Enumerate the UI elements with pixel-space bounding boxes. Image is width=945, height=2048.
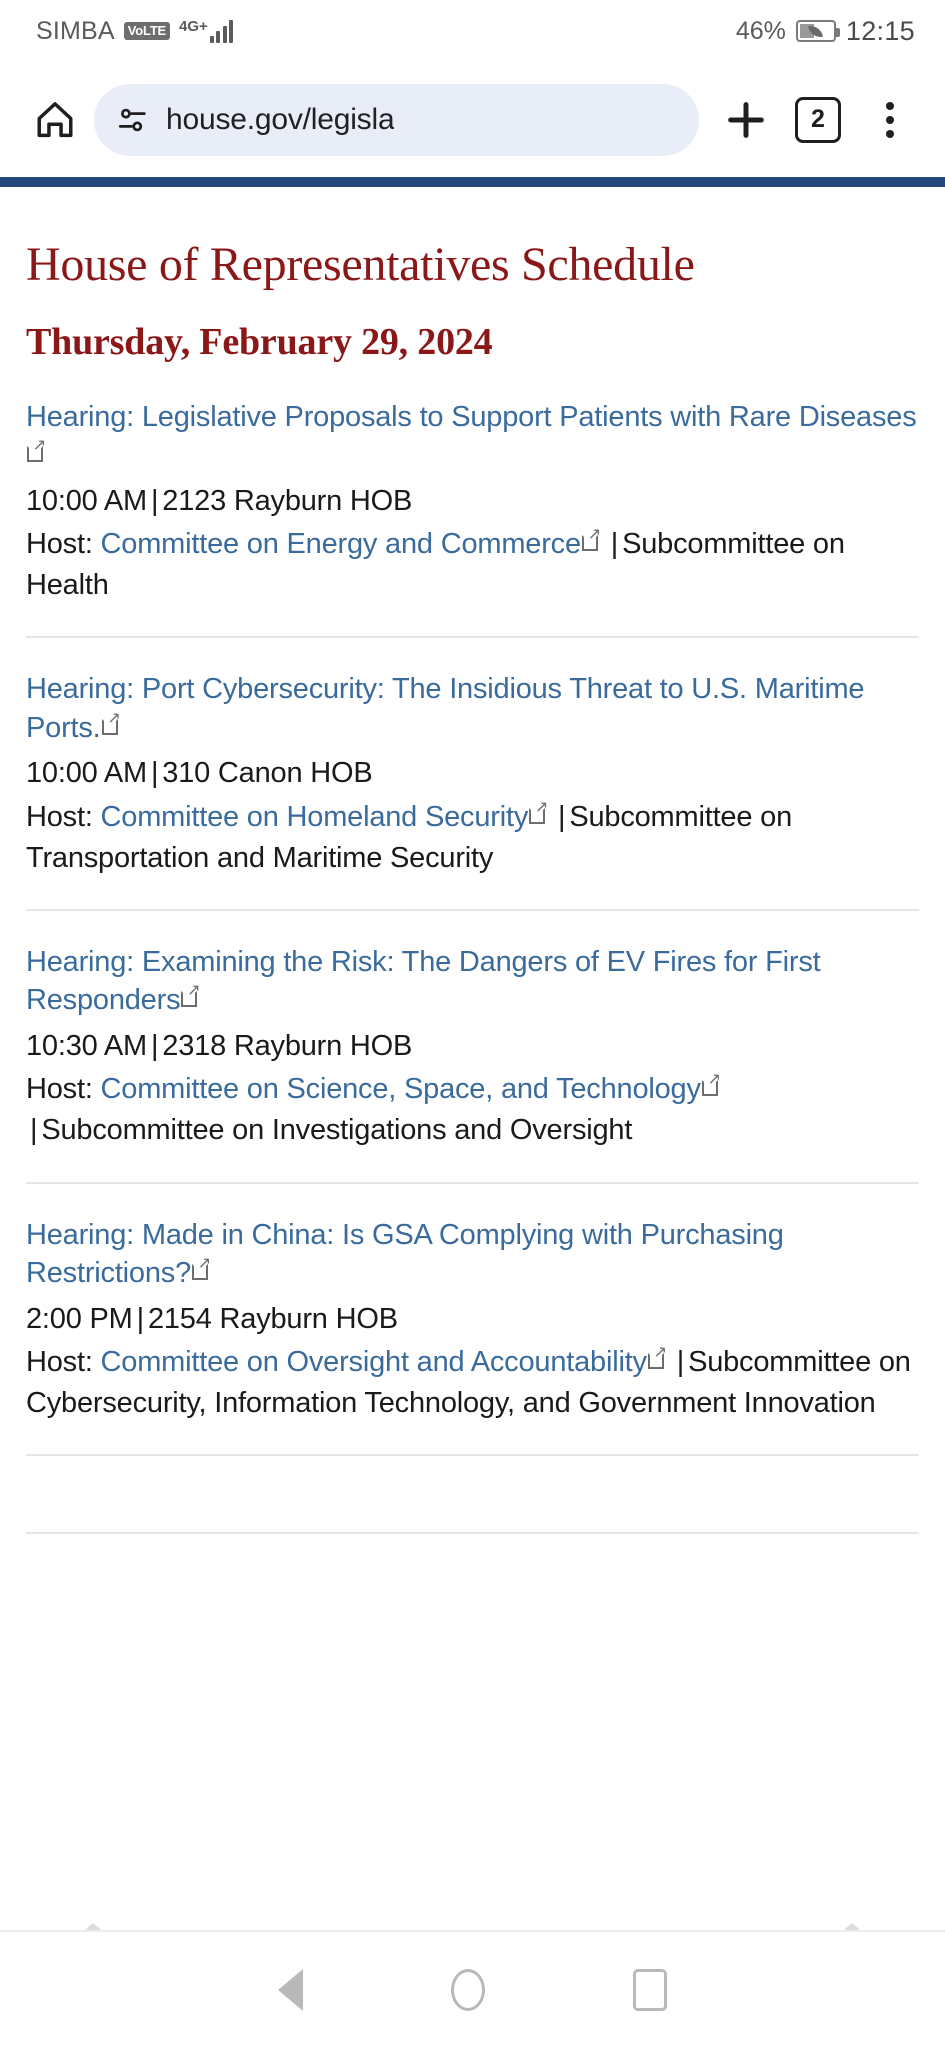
event-location: 2154 Rayburn HOB xyxy=(147,1302,398,1335)
battery-percent-label: 46% xyxy=(735,16,786,45)
event-title-link[interactable]: Hearing: Port Cybersecurity: The Insidio… xyxy=(26,670,919,747)
back-triangle-icon[interactable] xyxy=(278,1969,303,2011)
host-label: Host: xyxy=(26,800,93,833)
committee-name: Committee on Oversight and Accountabilit… xyxy=(100,1345,648,1378)
meta-separator: | xyxy=(150,757,159,790)
committee-name: Committee on Homeland Security xyxy=(100,800,529,833)
tab-count-label: 2 xyxy=(811,105,825,133)
event-host-line: Host: Committee on Homeland Security |Su… xyxy=(26,797,919,879)
external-link-icon xyxy=(181,983,200,1008)
status-bar-right: 46% 12:15 xyxy=(736,16,915,47)
external-link-icon xyxy=(647,1345,667,1369)
page-content: House of Representatives Schedule Thursd… xyxy=(0,187,945,1947)
page-title: House of Representatives Schedule xyxy=(26,238,695,291)
android-navigation-bar xyxy=(0,1930,945,2048)
subcommittee-name: Subcommittee on Investigations and Overs… xyxy=(41,1114,633,1147)
tab-switcher-button[interactable]: 2 xyxy=(785,87,851,153)
browser-toolbar: house.gov/legisla 2 xyxy=(0,62,945,177)
external-link-icon xyxy=(529,800,548,824)
host-separator: | xyxy=(30,1114,38,1147)
kebab-menu-icon xyxy=(886,101,894,138)
network-indicator: 4G+ xyxy=(179,18,234,43)
event-time: 10:30 AM xyxy=(26,1030,147,1063)
event-time: 10:00 AM xyxy=(26,484,147,517)
host-separator: | xyxy=(610,527,619,560)
external-link-icon xyxy=(192,1256,211,1281)
tune-icon[interactable] xyxy=(116,103,150,137)
event-host-line: Host: Committee on Energy and Commerce |… xyxy=(26,524,919,606)
meta-separator: | xyxy=(150,484,159,517)
committee-link[interactable]: Committee on Homeland Security xyxy=(100,800,549,833)
committee-link[interactable]: Committee on Oversight and Accountabilit… xyxy=(100,1345,667,1378)
committee-name: Committee on Science, Space, and Technol… xyxy=(100,1073,701,1106)
schedule-list: Hearing: Legislative Proposals to Suppor… xyxy=(26,398,919,1535)
event-location: 310 Canon HOB xyxy=(162,757,373,790)
event-time-location: 10:30 AM | 2318 Rayburn HOB xyxy=(26,1026,919,1067)
host-separator: | xyxy=(676,1345,685,1378)
signal-strength-icon xyxy=(209,19,234,43)
host-label: Host: xyxy=(26,1073,93,1106)
schedule-item: Hearing: Port Cybersecurity: The Insidio… xyxy=(26,670,919,911)
committee-name: Committee on Energy and Commerce xyxy=(100,527,582,560)
meta-separator: | xyxy=(150,1030,159,1063)
host-label: Host: xyxy=(26,527,93,560)
home-button[interactable] xyxy=(22,87,88,153)
status-bar: SIMBA VoLTE 4G+ 46% 12:15 xyxy=(0,0,945,62)
address-bar[interactable]: house.gov/legisla xyxy=(94,83,699,156)
event-title-text: Hearing: Port Cybersecurity: The Insidio… xyxy=(26,673,865,744)
status-bar-clock: 12:15 xyxy=(845,15,915,46)
status-bar-left: SIMBA VoLTE 4G+ xyxy=(36,16,234,46)
home-circle-icon[interactable] xyxy=(451,1969,485,2011)
new-tab-button[interactable] xyxy=(713,87,779,153)
event-time: 10:00 AM xyxy=(26,757,147,790)
committee-link[interactable]: Committee on Energy and Commerce xyxy=(100,527,601,560)
battery-saver-icon xyxy=(795,20,840,42)
event-title-link[interactable]: Hearing: Made in China: Is GSA Complying… xyxy=(26,1216,919,1293)
host-label: Host: xyxy=(26,1345,93,1378)
event-location: 2123 Rayburn HOB xyxy=(162,484,413,517)
schedule-item: Hearing: Made in China: Is GSA Complying… xyxy=(26,1216,919,1457)
host-separator: | xyxy=(557,800,566,833)
schedule-item: Hearing: Examining the Risk: The Dangers… xyxy=(26,943,919,1184)
recents-square-icon[interactable] xyxy=(633,1969,667,2011)
home-icon xyxy=(37,101,73,137)
url-text[interactable]: house.gov/legisla xyxy=(166,103,394,137)
browser-menu-button[interactable] xyxy=(857,87,923,153)
volte-badge: VoLTE xyxy=(123,22,171,40)
carrier-name: SIMBA xyxy=(36,16,115,45)
meta-separator: | xyxy=(136,1302,145,1335)
event-title-link[interactable]: Hearing: Examining the Risk: The Dangers… xyxy=(26,943,919,1020)
external-link-icon xyxy=(581,527,601,551)
event-location: 2318 Rayburn HOB xyxy=(162,1030,413,1063)
schedule-item: Hearing: Legislative Proposals to Suppor… xyxy=(26,398,919,639)
event-time-location: 10:00 AM | 310 Canon HOB xyxy=(26,753,919,794)
plus-icon xyxy=(728,101,764,138)
event-title-text: Hearing: Examining the Risk: The Dangers… xyxy=(26,945,821,1017)
external-link-icon xyxy=(27,438,46,463)
event-title-link[interactable]: Hearing: Legislative Proposals to Suppor… xyxy=(26,398,919,475)
schedule-item-partial xyxy=(26,1488,919,1535)
event-title-text: Hearing: Legislative Proposals to Suppor… xyxy=(26,400,917,433)
event-time: 2:00 PM xyxy=(26,1302,133,1335)
network-type-label: 4G+ xyxy=(179,18,208,35)
page-date-heading: Thursday, February 29, 2024 xyxy=(26,320,493,363)
event-time-location: 10:00 AM | 2123 Rayburn HOB xyxy=(26,481,919,522)
external-link-icon xyxy=(701,1072,721,1097)
external-link-icon xyxy=(101,711,121,735)
site-accent-rule xyxy=(0,177,945,187)
committee-link[interactable]: Committee on Science, Space, and Technol… xyxy=(100,1072,721,1106)
event-time-location: 2:00 PM | 2154 Rayburn HOB xyxy=(26,1299,919,1340)
tab-count-icon: 2 xyxy=(795,96,841,143)
event-title-text: Hearing: Made in China: Is GSA Complying… xyxy=(26,1218,784,1290)
event-host-line: Host: Committee on Science, Space, and T… xyxy=(26,1069,919,1151)
event-host-line: Host: Committee on Oversight and Account… xyxy=(26,1342,919,1424)
